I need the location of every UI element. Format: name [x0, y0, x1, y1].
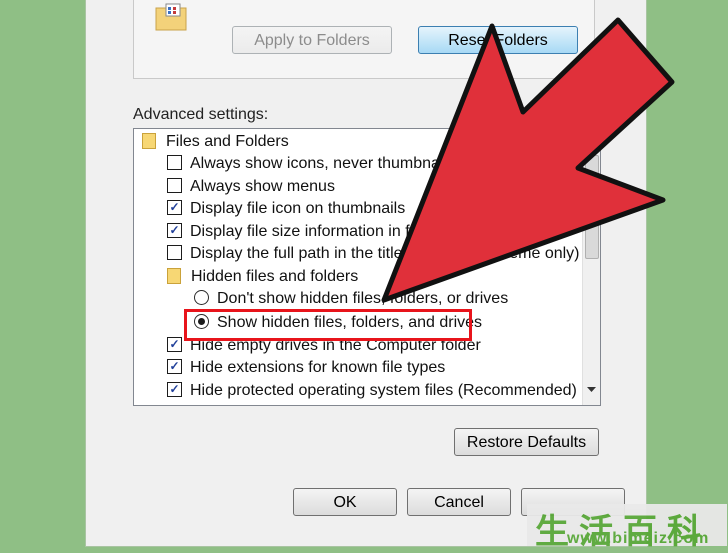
pointer-arrow-icon	[381, 17, 675, 303]
watermark-url: www.bimeiz.com	[567, 530, 710, 547]
watermark: 生活百科 www.bimeiz.com	[527, 504, 727, 552]
